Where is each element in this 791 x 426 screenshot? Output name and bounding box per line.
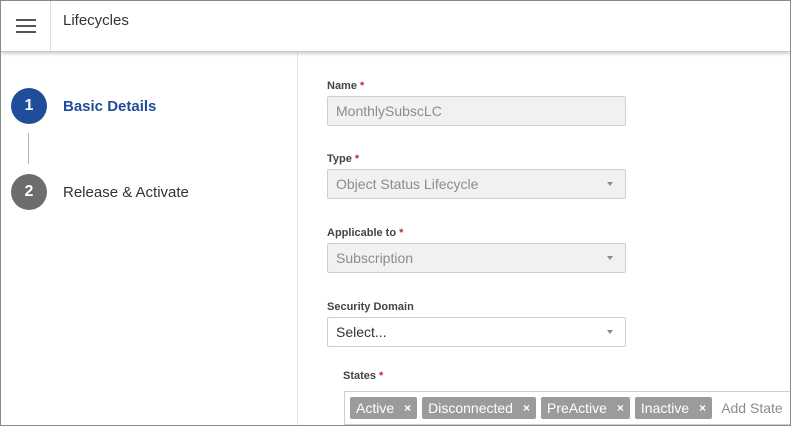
state-chip-disconnected: Disconnected × (422, 397, 536, 419)
add-state-input[interactable]: Add State (721, 400, 783, 416)
app-header: Lifecycles (1, 1, 790, 52)
required-marker: * (354, 153, 360, 165)
applicable-to-select[interactable]: Subscription (327, 243, 626, 273)
remove-chip-icon[interactable]: × (617, 402, 624, 414)
type-label-text: Type (327, 153, 352, 165)
name-field-label: Name * (327, 80, 364, 92)
state-chip-active: Active × (350, 397, 418, 419)
state-chip-label: PreActive (546, 400, 607, 416)
name-input-value: MonthlySubscLC (336, 103, 442, 119)
step-label: Release & Activate (63, 183, 189, 201)
name-input[interactable]: MonthlySubscLC (327, 96, 626, 126)
remove-chip-icon[interactable]: × (404, 402, 411, 414)
required-marker: * (399, 227, 404, 239)
type-select-value: Object Status Lifecycle (336, 176, 479, 192)
state-chip-label: Inactive (640, 400, 690, 416)
step-release-activate[interactable]: 2 Release & Activate (11, 174, 189, 210)
chevron-down-icon (607, 182, 613, 186)
lifecycles-window: Lifecycles 1 Basic Details 2 Release & A… (0, 0, 791, 426)
security-domain-field-label: Security Domain (327, 301, 414, 313)
security-domain-select[interactable]: Select... (327, 317, 626, 347)
step-connector (28, 133, 29, 164)
step-number-badge: 2 (11, 174, 47, 210)
security-domain-label-text: Security Domain (327, 301, 414, 313)
wizard-stepper: 1 Basic Details 2 Release & Activate (1, 52, 298, 425)
security-domain-select-value: Select... (336, 324, 387, 340)
applicable-to-field-label: Applicable to * (327, 227, 403, 239)
states-tag-input[interactable]: Active × Disconnected × PreActive × Inac… (344, 391, 790, 425)
states-label-text: States (343, 370, 377, 382)
hamburger-menu-button[interactable] (1, 1, 51, 51)
applicable-to-label-text: Applicable to (327, 227, 397, 239)
remove-chip-icon[interactable]: × (523, 402, 530, 414)
step-label: Basic Details (63, 97, 157, 115)
state-chip-preactive: PreActive × (540, 397, 630, 419)
state-chip-label: Disconnected (428, 400, 513, 416)
applicable-to-select-value: Subscription (336, 250, 414, 266)
states-field-label: States * (343, 370, 383, 382)
hamburger-menu-icon (15, 19, 36, 33)
required-marker: * (379, 370, 384, 382)
state-chip-label: Active (356, 400, 395, 416)
chevron-down-icon (607, 330, 613, 334)
state-chip-inactive: Inactive × (634, 397, 713, 419)
name-label-text: Name (327, 80, 357, 92)
required-marker: * (359, 80, 365, 92)
step-basic-details[interactable]: 1 Basic Details (11, 88, 156, 124)
chevron-down-icon (607, 256, 613, 260)
step-number-badge: 1 (11, 88, 47, 124)
type-field-label: Type * (327, 153, 359, 165)
page-title: Lifecycles (63, 12, 129, 29)
remove-chip-icon[interactable]: × (699, 402, 706, 414)
type-select[interactable]: Object Status Lifecycle (327, 169, 626, 199)
